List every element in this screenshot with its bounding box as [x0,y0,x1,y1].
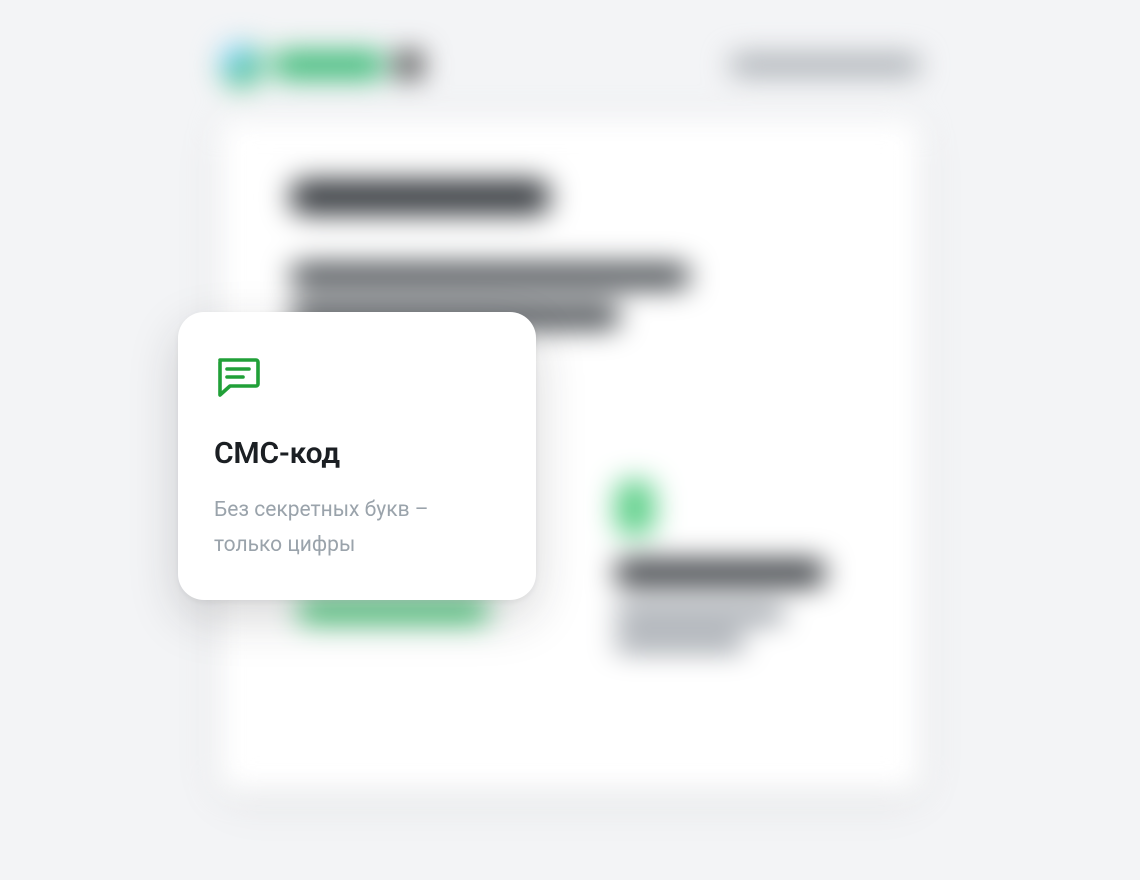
chat-icon [214,354,500,402]
sms-code-option-card[interactable]: СМС-код Без секретных букв – только цифр… [178,312,536,600]
footer-link [298,600,488,622]
logo [220,44,422,86]
option-desc-line [615,606,785,622]
logo-id-badge [396,52,422,78]
panel-text-line [290,264,690,288]
option-title [615,560,825,586]
option-desc-line [615,634,745,650]
card-description: Без секретных букв – только цифры [214,493,500,562]
card-title: СМС-код [214,436,500,471]
header [220,30,920,100]
header-link [730,56,920,74]
blurred-background [0,0,1140,880]
logo-wordmark [274,52,384,78]
device-icon [615,480,655,536]
option-card-secondary [615,480,875,700]
logo-mark-icon [220,44,262,86]
panel-title [290,180,550,214]
